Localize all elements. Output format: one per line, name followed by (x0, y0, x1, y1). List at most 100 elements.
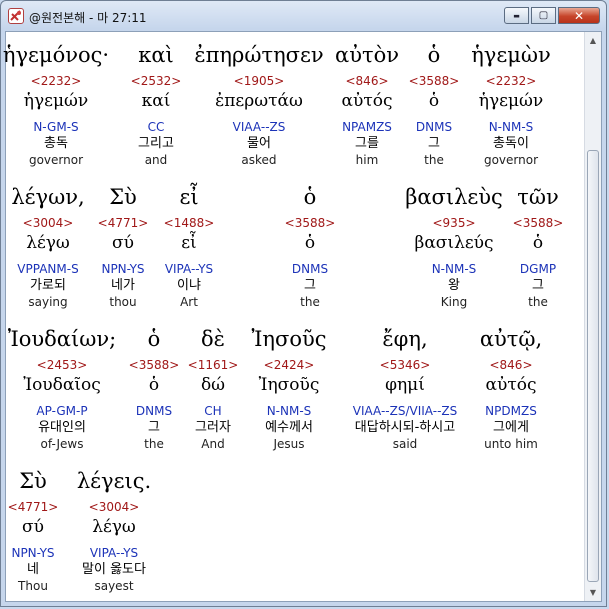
parsing-code[interactable]: AP-GM-P (36, 404, 87, 418)
english-gloss: him (355, 153, 379, 167)
word-column[interactable]: αὐτὸν <846> αὐτός NPAMZS 그를 him (335, 42, 399, 167)
english-gloss: the (424, 153, 444, 167)
word-column[interactable]: Σὺ <4771> σύ NPN-YS 네가 thou (98, 184, 149, 309)
strong-number[interactable]: <2453> (37, 358, 88, 372)
word-column[interactable]: εἶ <1488> εἶ VIPA--YS 이냐 Art (164, 184, 215, 309)
lemma: αὐτός (485, 375, 537, 395)
word-column[interactable]: ἡγεμόνος· <2232> ἡγεμών N-GM-S 총독 govern… (3, 42, 109, 167)
maximize-button[interactable]: ▢ (531, 7, 556, 24)
scroll-up-icon[interactable]: ▲ (585, 32, 601, 49)
minimize-button[interactable]: ▬ (504, 7, 529, 24)
strong-number[interactable]: <2232> (31, 74, 82, 88)
greek-word: λέγεις. (76, 469, 152, 493)
parsing-code[interactable]: VIAA--ZS (233, 120, 286, 134)
lemma: ὁ (304, 233, 316, 253)
strong-number[interactable]: <846> (345, 74, 388, 88)
korean-gloss: 물어 (247, 136, 271, 151)
greek-word: εἶ (179, 185, 199, 209)
parsing-code[interactable]: CC (148, 120, 165, 134)
word-column[interactable]: ἐπηρώτησεν <1905> ἐπερωτάω VIAA--ZS 물어 a… (194, 42, 323, 167)
english-gloss: Art (180, 295, 198, 309)
korean-gloss: 그 (148, 420, 160, 435)
korean-gloss: 이냐 (177, 278, 201, 293)
word-column[interactable]: βασιλεὺς <935> βασιλεύς N-NM-S 왕 King (405, 184, 503, 309)
greek-word: Σὺ (19, 469, 47, 493)
strong-number[interactable]: <2232> (486, 74, 537, 88)
word-column[interactable]: ἔφη, <5346> φημί VIAA--ZS/VIIA--ZS 대답하시되… (353, 326, 458, 451)
strong-number[interactable]: <3588> (513, 216, 564, 230)
parsing-code[interactable]: N-NM-S (489, 120, 534, 134)
parsing-code[interactable]: NPN-YS (11, 546, 54, 560)
word-column[interactable]: δὲ <1161> δώ CH 그러자 And (188, 326, 239, 451)
parsing-code[interactable]: DNMS (416, 120, 452, 134)
korean-gloss: 말이 옳도다 (82, 562, 146, 577)
parsing-code[interactable]: N-GM-S (33, 120, 78, 134)
strong-number[interactable]: <3004> (89, 500, 140, 514)
word-column[interactable]: Σὺ <4771> σύ NPN-YS 네 Thou (8, 468, 59, 593)
app-icon[interactable] (8, 8, 24, 24)
word-column[interactable]: ὁ <3588> ὁ DNMS 그 the (285, 184, 336, 309)
english-gloss: governor (28, 153, 84, 167)
parsing-code[interactable]: NPN-YS (101, 262, 144, 276)
greek-word: Σὺ (109, 185, 137, 209)
title-bar[interactable]: @원전본해 - 마 27:11 ▬ ▢ ✕ (1, 1, 606, 31)
korean-gloss: 대답하시되-하시고 (354, 420, 456, 435)
strong-number[interactable]: <2532> (131, 74, 182, 88)
word-column[interactable]: ἡγεμὼν <2232> ἡγεμών N-NM-S 총독이 governor (471, 42, 551, 167)
verse-panel: ἡγεμόνος· <2232> ἡγεμών N-GM-S 총독 govern… (3, 31, 602, 602)
parsing-code[interactable]: DNMS (136, 404, 172, 418)
strong-number[interactable]: <3004> (23, 216, 74, 230)
word-column[interactable]: ὁ <3588> ὁ DNMS 그 the (129, 326, 180, 451)
strong-number[interactable]: <1905> (234, 74, 285, 88)
app-window: @원전본해 - 마 27:11 ▬ ▢ ✕ ἡγεμόνος· <2232> ἡ… (0, 0, 607, 607)
greek-word: βασιλεὺς (405, 185, 503, 209)
window-controls: ▬ ▢ ✕ (502, 7, 600, 24)
english-gloss: And (201, 437, 225, 451)
word-column[interactable]: αὐτῷ, <846> αὐτός NPDMZS 그에게 unto him (480, 326, 542, 451)
word-column[interactable]: τῶν <3588> ὁ DGMP 그 the (513, 184, 564, 309)
parsing-code[interactable]: NPAMZS (342, 120, 392, 134)
parsing-code[interactable]: VIPA--YS (165, 262, 213, 276)
strong-number[interactable]: <4771> (98, 216, 149, 230)
strong-number[interactable]: <3588> (129, 358, 180, 372)
parsing-code[interactable]: N-NM-S (267, 404, 312, 418)
word-column[interactable]: Ἰουδαίων; <2453> Ἰουδαῖος AP-GM-P 유대인의 o… (8, 326, 116, 451)
parsing-code[interactable]: VIAA--ZS/VIIA--ZS (353, 404, 458, 418)
scrollbar-thumb[interactable] (587, 150, 599, 582)
english-gloss: Jesus (273, 437, 305, 451)
parsing-code[interactable]: CH (204, 404, 221, 418)
strong-number[interactable]: <2424> (264, 358, 315, 372)
strong-number[interactable]: <3588> (285, 216, 336, 230)
greek-word: λέγων, (11, 185, 85, 209)
strong-number[interactable]: <1161> (188, 358, 239, 372)
word-column[interactable]: λέγων, <3004> λέγω VPPANM-S 가로되 saying (11, 184, 84, 309)
parsing-code[interactable]: NPDMZS (485, 404, 537, 418)
strong-number[interactable]: <1488> (164, 216, 215, 230)
strong-number[interactable]: <5346> (380, 358, 431, 372)
parsing-code[interactable]: VPPANM-S (17, 262, 78, 276)
lemma: ὁ (428, 91, 440, 111)
close-button[interactable]: ✕ (558, 7, 600, 24)
parsing-code[interactable]: DGMP (520, 262, 556, 276)
greek-word: ἔφη, (382, 327, 428, 351)
lemma: ἐπερωτάω (215, 91, 303, 111)
english-gloss: said (392, 437, 418, 451)
strong-number[interactable]: <4771> (8, 500, 59, 514)
greek-word: καὶ (138, 43, 174, 67)
minimize-icon: ▬ (513, 11, 520, 20)
vertical-scrollbar[interactable]: ▲ ▼ (584, 32, 601, 601)
word-column[interactable]: Ἰησοῦς <2424> Ἰησοῦς N-NM-S 예수께서 Jesus (251, 326, 326, 451)
close-icon: ✕ (573, 8, 585, 23)
word-column[interactable]: καὶ <2532> καί CC 그리고 and (131, 42, 182, 167)
korean-gloss: 네 (27, 562, 39, 577)
parsing-code[interactable]: N-NM-S (432, 262, 477, 276)
word-column[interactable]: λέγεις. <3004> λέγω VIPA--YS 말이 옳도다 saye… (77, 468, 151, 593)
strong-number[interactable]: <935> (432, 216, 475, 230)
strong-number[interactable]: <846> (489, 358, 532, 372)
word-column[interactable]: ὁ <3588> ὁ DNMS 그 the (409, 42, 460, 167)
lemma: λέγω (92, 517, 136, 537)
strong-number[interactable]: <3588> (409, 74, 460, 88)
scroll-down-icon[interactable]: ▼ (585, 584, 601, 601)
parsing-code[interactable]: VIPA--YS (90, 546, 138, 560)
parsing-code[interactable]: DNMS (292, 262, 328, 276)
